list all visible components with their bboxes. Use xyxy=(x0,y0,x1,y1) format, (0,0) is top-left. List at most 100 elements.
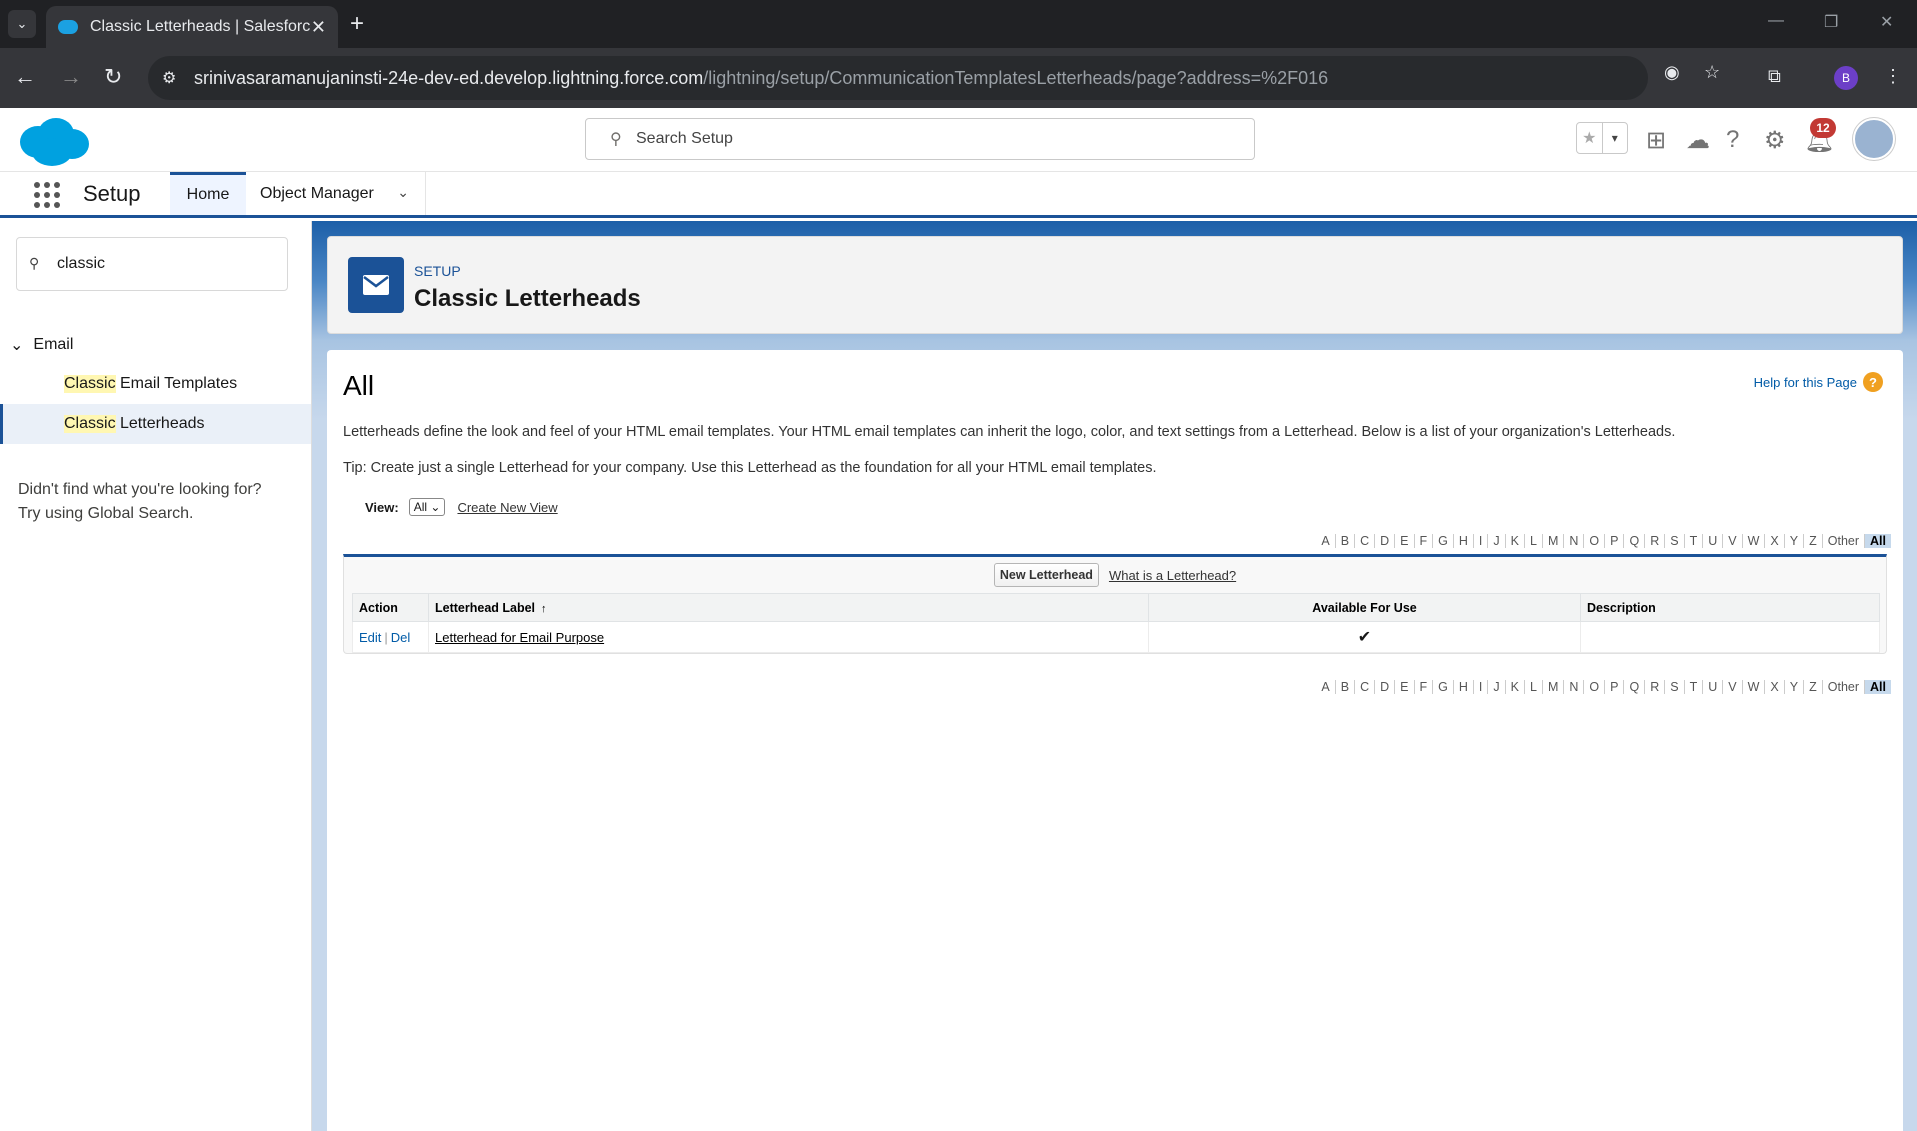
alpha-filter-b[interactable]: B xyxy=(1336,680,1356,694)
alpha-filter-h[interactable]: H xyxy=(1454,534,1474,548)
alpha-filter-t[interactable]: T xyxy=(1685,534,1704,548)
alpha-filter-b[interactable]: B xyxy=(1336,534,1356,548)
quick-find-input[interactable]: ⚲ classic xyxy=(16,237,288,291)
alpha-filter-r[interactable]: R xyxy=(1645,534,1666,548)
alpha-filter-c[interactable]: C xyxy=(1355,534,1376,548)
favorites-dropdown-icon[interactable]: ▾ xyxy=(1601,123,1628,153)
letterhead-link[interactable]: Letterhead for Email Purpose xyxy=(435,630,604,645)
alpha-filter-all[interactable]: All xyxy=(1865,680,1891,694)
url-field[interactable]: ⚙ srinivasaramanujaninsti-24e-dev-ed.dev… xyxy=(148,56,1648,100)
what-is-letterhead-link[interactable]: What is a Letterhead? xyxy=(1109,568,1236,583)
alpha-filter-e[interactable]: E xyxy=(1395,534,1415,548)
browser-tab[interactable]: Classic Letterheads | Salesforce ✕ xyxy=(46,6,338,48)
alpha-filter-s[interactable]: S xyxy=(1665,534,1685,548)
alpha-filter-y[interactable]: Y xyxy=(1785,680,1805,694)
alpha-filter-n[interactable]: N xyxy=(1564,680,1585,694)
tab-search-icon[interactable]: ⌄ xyxy=(8,10,36,38)
extensions-icon[interactable]: ⧉ xyxy=(1768,66,1781,87)
alpha-filter-i[interactable]: I xyxy=(1474,534,1489,548)
alpha-filter-k[interactable]: K xyxy=(1506,534,1525,548)
alpha-filter-m[interactable]: M xyxy=(1543,680,1565,694)
tab-object-manager[interactable]: Object Manager ⌄ xyxy=(246,172,426,215)
alpha-filter-f[interactable]: F xyxy=(1415,680,1434,694)
alpha-filter-m[interactable]: M xyxy=(1543,534,1565,548)
alpha-filter-t[interactable]: T xyxy=(1685,680,1704,694)
alpha-filter-l[interactable]: L xyxy=(1525,534,1543,548)
new-letterhead-button[interactable]: New Letterhead xyxy=(993,563,1099,587)
alpha-filter-f[interactable]: F xyxy=(1415,534,1434,548)
reload-icon[interactable]: ↻ xyxy=(104,64,122,90)
favorites-star-icon[interactable]: ★ xyxy=(1577,123,1602,153)
col-letterhead-label[interactable]: Letterhead Label ↑ xyxy=(428,593,1149,622)
forward-icon[interactable]: → xyxy=(60,64,82,90)
new-tab-icon[interactable]: + xyxy=(350,10,364,38)
alpha-filter-a[interactable]: A xyxy=(1316,680,1336,694)
sidebar-item-classic-email-templates[interactable]: Classic Email Templates xyxy=(0,364,311,404)
tree-section-email[interactable]: ⌄ Email xyxy=(10,335,73,355)
alpha-filter-k[interactable]: K xyxy=(1506,680,1525,694)
alpha-filter-u[interactable]: U xyxy=(1703,680,1724,694)
more-menu-icon[interactable]: ⋮ xyxy=(1884,66,1902,87)
site-info-icon[interactable]: ⚙ xyxy=(162,68,176,88)
alpha-filter-l[interactable]: L xyxy=(1525,680,1543,694)
alpha-filter-d[interactable]: D xyxy=(1375,680,1396,694)
close-window-icon[interactable]: ✕ xyxy=(1880,12,1893,32)
chevron-down-icon[interactable]: ⌄ xyxy=(397,184,409,201)
alpha-filter-n[interactable]: N xyxy=(1564,534,1585,548)
restore-icon[interactable]: ❐ xyxy=(1824,12,1838,32)
alpha-filter-w[interactable]: W xyxy=(1743,534,1766,548)
minimize-icon[interactable]: — xyxy=(1768,12,1784,30)
alpha-filter-d[interactable]: D xyxy=(1375,534,1396,548)
alpha-filter-g[interactable]: G xyxy=(1433,680,1454,694)
help-icon[interactable]: ? xyxy=(1726,126,1739,154)
alpha-filter-z[interactable]: Z xyxy=(1804,534,1823,548)
delete-link[interactable]: Del xyxy=(391,630,411,645)
alpha-filter-other[interactable]: Other xyxy=(1823,534,1866,548)
alpha-filter-q[interactable]: Q xyxy=(1624,534,1646,548)
alpha-filter-o[interactable]: O xyxy=(1584,534,1606,548)
alpha-filter-j[interactable]: J xyxy=(1488,534,1506,548)
help-link[interactable]: Help for this Page ? xyxy=(1754,372,1883,392)
alpha-filter-y[interactable]: Y xyxy=(1785,534,1805,548)
bookmark-star-icon[interactable]: ☆ xyxy=(1704,62,1720,83)
alpha-filter-u[interactable]: U xyxy=(1703,534,1724,548)
close-tab-icon[interactable]: ✕ xyxy=(311,17,326,38)
app-launcher-icon[interactable] xyxy=(34,182,60,208)
alpha-filter-i[interactable]: I xyxy=(1474,680,1489,694)
global-search-input[interactable]: ⚲ Search Setup xyxy=(585,118,1255,160)
trailhead-icon[interactable]: ☁ xyxy=(1686,126,1710,155)
alpha-filter-r[interactable]: R xyxy=(1645,680,1666,694)
alpha-filter-h[interactable]: H xyxy=(1454,680,1474,694)
alpha-filter-w[interactable]: W xyxy=(1743,680,1766,694)
alpha-filter-z[interactable]: Z xyxy=(1804,680,1823,694)
setup-gear-icon[interactable]: ⚙ xyxy=(1764,126,1786,155)
alpha-filter-j[interactable]: J xyxy=(1488,680,1506,694)
profile-avatar[interactable]: B xyxy=(1834,66,1858,90)
alpha-filter-x[interactable]: X xyxy=(1765,680,1785,694)
alpha-filter-v[interactable]: V xyxy=(1723,534,1743,548)
alpha-filter-other[interactable]: Other xyxy=(1823,680,1866,694)
col-description[interactable]: Description xyxy=(1580,593,1880,622)
alpha-filter-e[interactable]: E xyxy=(1395,680,1415,694)
alpha-filter-o[interactable]: O xyxy=(1584,680,1606,694)
tab-home[interactable]: Home xyxy=(170,172,246,215)
back-icon[interactable]: ← xyxy=(14,64,36,90)
alpha-filter-q[interactable]: Q xyxy=(1624,680,1646,694)
user-avatar[interactable] xyxy=(1853,118,1895,160)
sidebar-item-classic-letterheads[interactable]: Classic Letterheads xyxy=(0,404,311,444)
alpha-filter-s[interactable]: S xyxy=(1665,680,1685,694)
alpha-filter-p[interactable]: P xyxy=(1605,680,1625,694)
eye-off-icon[interactable]: ◉ xyxy=(1664,62,1680,83)
favorites-group[interactable]: ★ ▾ xyxy=(1576,122,1628,154)
view-select[interactable]: All ⌄ xyxy=(408,498,446,516)
col-available[interactable]: Available For Use xyxy=(1148,593,1581,622)
global-actions-icon[interactable]: ⊞ xyxy=(1646,126,1666,155)
alpha-filter-c[interactable]: C xyxy=(1355,680,1376,694)
salesforce-logo-icon[interactable] xyxy=(18,116,90,168)
breadcrumb[interactable]: SETUP xyxy=(414,263,461,279)
edit-link[interactable]: Edit xyxy=(359,630,381,645)
alpha-filter-v[interactable]: V xyxy=(1723,680,1743,694)
alpha-filter-p[interactable]: P xyxy=(1605,534,1625,548)
create-new-view-link[interactable]: Create New View xyxy=(457,500,557,515)
alpha-filter-x[interactable]: X xyxy=(1765,534,1785,548)
